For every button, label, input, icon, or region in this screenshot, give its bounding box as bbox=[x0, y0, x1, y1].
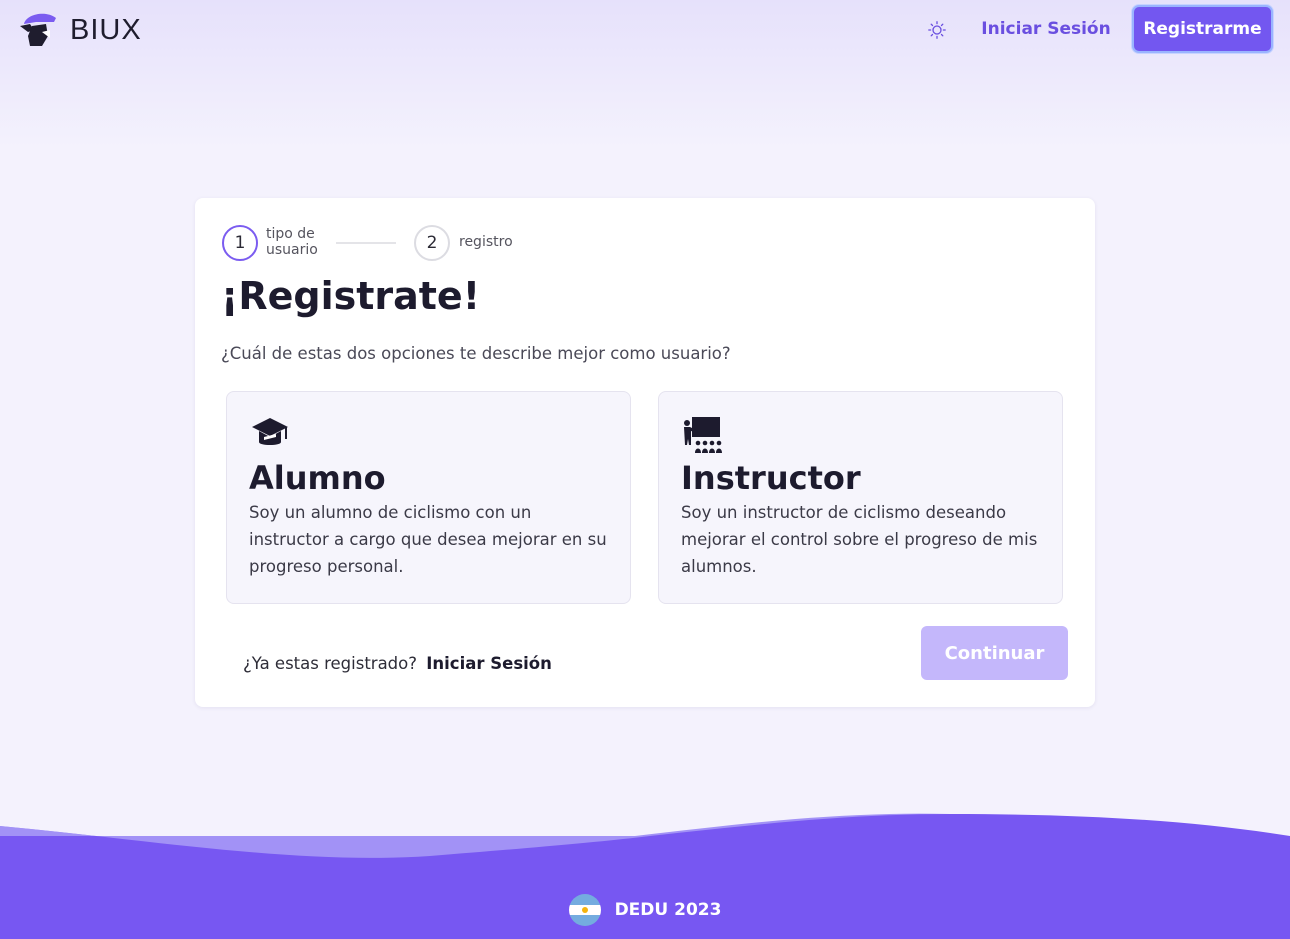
cyclist-helmet-logo-icon bbox=[20, 13, 56, 46]
option-alumno-title: Alumno bbox=[249, 459, 386, 497]
graduation-cap-icon bbox=[252, 418, 288, 445]
option-alumno-description: Soy un alumno de ciclismo con un instruc… bbox=[249, 503, 607, 576]
step-connector bbox=[336, 242, 396, 244]
step-1-label: tipo de usuario bbox=[266, 226, 318, 258]
footer: DEDU 2023 bbox=[0, 894, 1290, 926]
step-1-indicator: 1 bbox=[222, 225, 258, 261]
already-registered-text: ¿Ya estas registrado? bbox=[243, 654, 418, 673]
page-title: ¡Registrate! bbox=[221, 274, 481, 318]
step-1-number: 1 bbox=[234, 233, 246, 253]
option-alumno-card[interactable]: Alumno Soy un alumno de ciclismo con un … bbox=[226, 391, 631, 604]
step-2-indicator: 2 bbox=[414, 225, 450, 261]
login-link[interactable]: Iniciar Sesión bbox=[426, 654, 552, 673]
option-instructor-card[interactable]: Instructor Soy un instructor de ciclismo… bbox=[658, 391, 1063, 604]
sun-icon bbox=[928, 21, 946, 39]
continue-button[interactable]: Continuar bbox=[921, 626, 1068, 680]
footer-text: DEDU 2023 bbox=[614, 900, 722, 920]
step-2-label: registro bbox=[459, 234, 513, 250]
top-navbar: BIUX Iniciar Sesión Registrarme bbox=[0, 0, 1290, 60]
logo-text: BIUX bbox=[70, 13, 142, 46]
argentina-flag-icon bbox=[568, 894, 601, 926]
option-instructor-title: Instructor bbox=[681, 459, 861, 497]
theme-toggle-button[interactable] bbox=[924, 17, 950, 43]
option-instructor-description: Soy un instructor de ciclismo deseando m… bbox=[681, 503, 1038, 576]
page-subtitle: ¿Cuál de estas dos opciones te describe … bbox=[221, 344, 731, 363]
step-2-number: 2 bbox=[426, 233, 438, 253]
chalkboard-teacher-icon bbox=[684, 417, 722, 453]
logo[interactable]: BIUX bbox=[16, 10, 142, 50]
register-card: 1 tipo de usuario 2 registro ¡Registrate… bbox=[195, 198, 1095, 707]
nav-register-button[interactable]: Registrarme bbox=[1132, 5, 1273, 53]
already-registered-row: ¿Ya estas registrado? Iniciar Sesión bbox=[243, 654, 552, 673]
nav-login-link[interactable]: Iniciar Sesión bbox=[975, 10, 1117, 48]
